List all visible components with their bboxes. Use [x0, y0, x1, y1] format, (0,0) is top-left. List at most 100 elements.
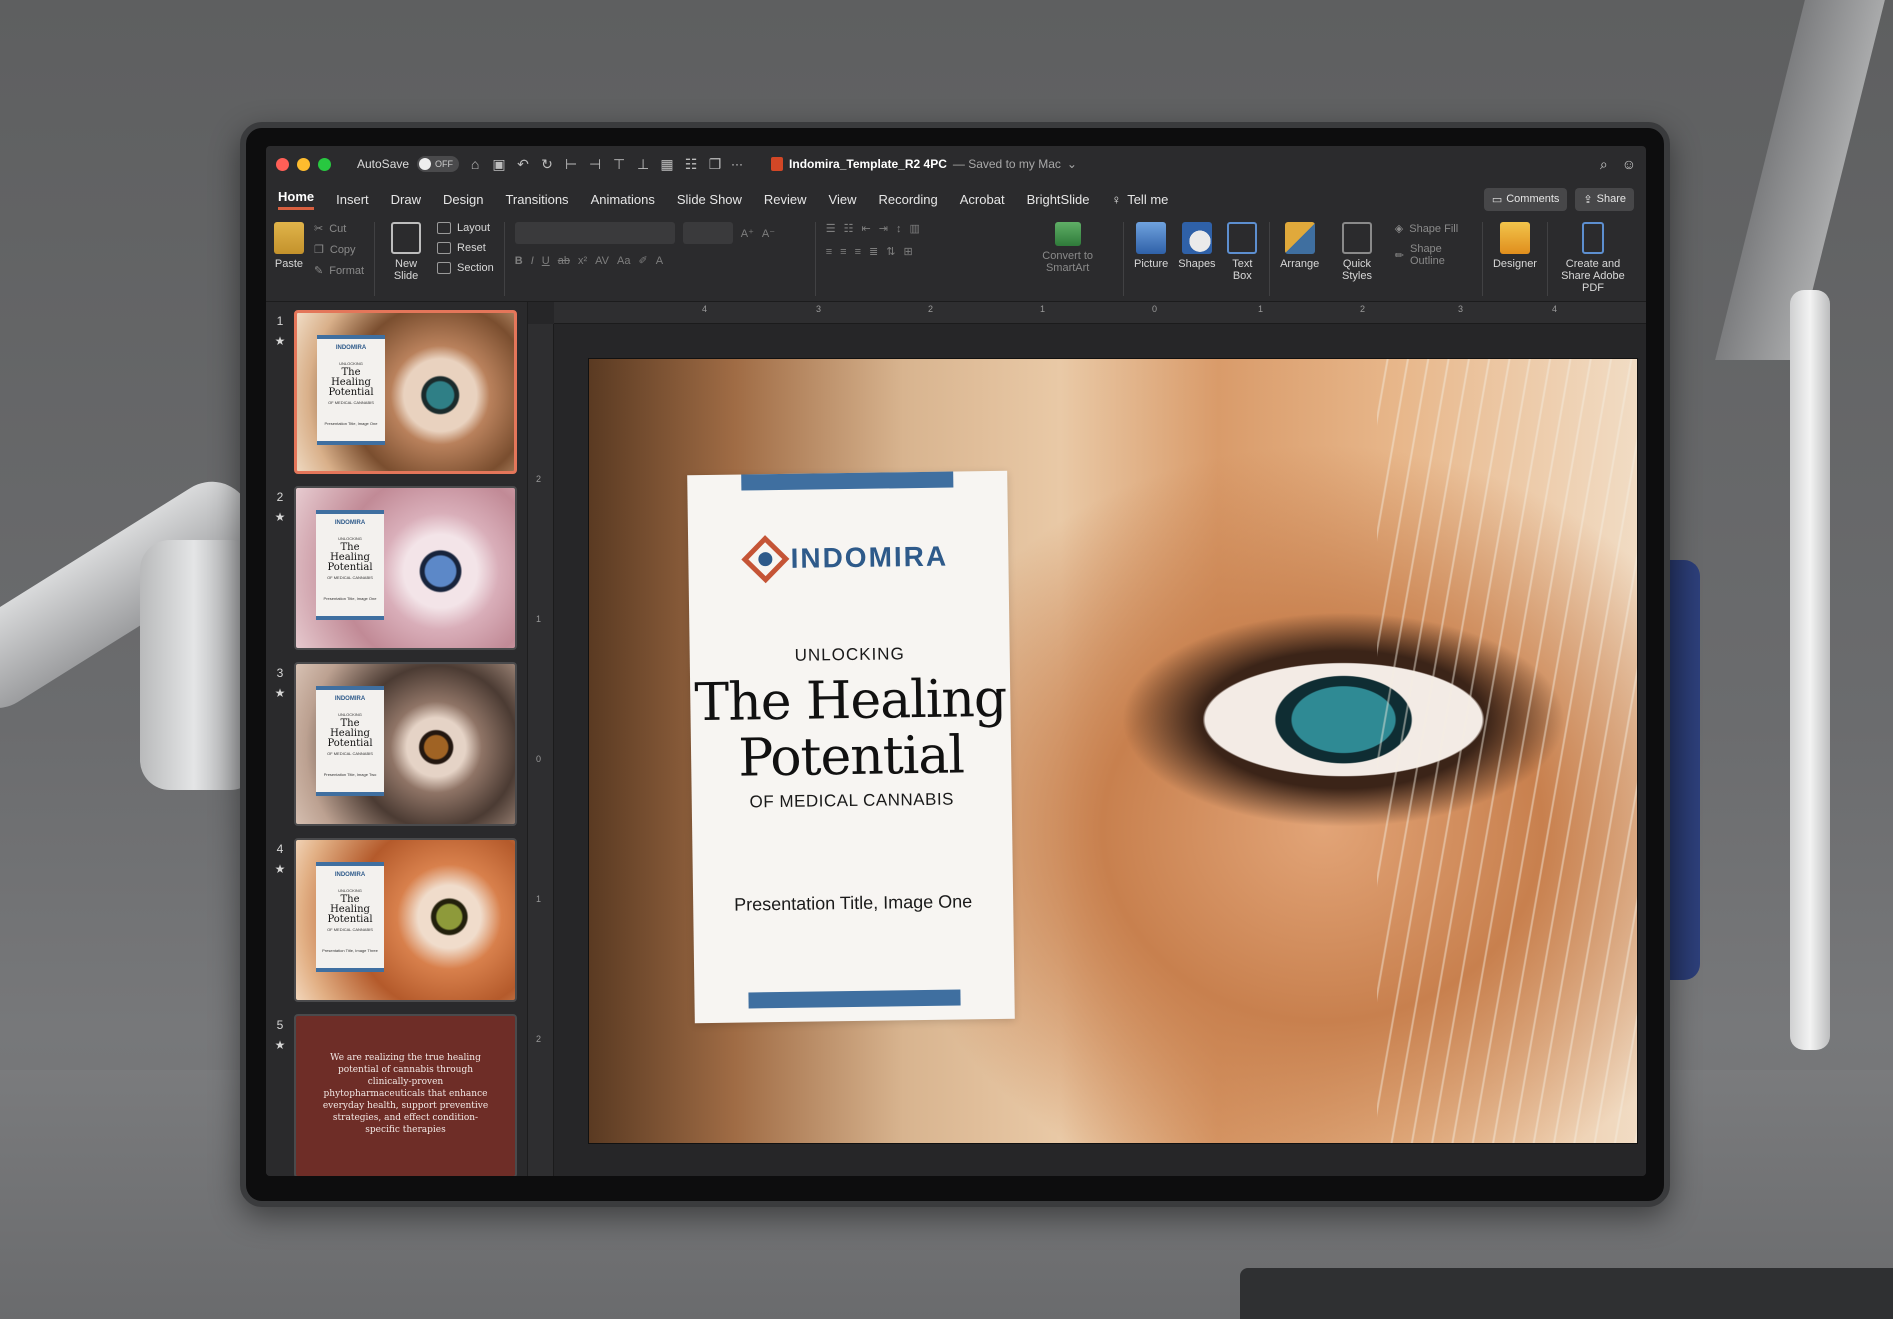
slide-thumbnail-5[interactable]: We are realizing the true healing potent… — [294, 1014, 517, 1176]
close-window-button[interactable] — [276, 157, 289, 171]
autosave-toggle[interactable]: OFF — [417, 156, 460, 172]
minimize-window-button[interactable] — [297, 157, 310, 171]
distribute-icon[interactable]: ☷ — [683, 156, 699, 172]
shape-fill-button[interactable]: ◈ Shape Fill — [1395, 222, 1472, 236]
thumbnail-footer: Presentation Title, Image Three — [322, 948, 378, 953]
underline-icon[interactable]: U — [542, 255, 550, 267]
zoom-window-button[interactable] — [318, 157, 331, 171]
change-case-icon[interactable]: Aa — [617, 255, 630, 267]
cut-button[interactable]: ✂ Cut — [314, 222, 364, 236]
tab-review[interactable]: Review — [764, 192, 807, 207]
align-left-text-icon[interactable]: ≡ — [826, 246, 832, 258]
slide-thumbnail-2[interactable]: INDOMIRA UNLOCKING The Healing Potential… — [294, 486, 517, 650]
people-icon[interactable]: ☺ — [1622, 156, 1636, 173]
comment-icon: ▭ — [1491, 193, 1503, 206]
bring-forward-icon[interactable]: ❐ — [707, 156, 723, 172]
new-slide-button[interactable]: New Slide — [385, 222, 427, 282]
create-share-pdf-button[interactable]: Create and Share Adobe PDF — [1558, 222, 1628, 294]
strikethrough-icon[interactable]: ab — [558, 255, 570, 267]
ruler-tick-label: 1 — [1258, 304, 1264, 314]
font-color-icon[interactable]: A — [656, 255, 663, 267]
section-button[interactable]: Section — [437, 262, 494, 274]
tab-acrobat[interactable]: Acrobat — [960, 192, 1005, 207]
chevron-down-icon[interactable]: ⌄ — [1067, 157, 1077, 171]
slide-thumbnail-3[interactable]: INDOMIRA UNLOCKING The Healing Potential… — [294, 662, 517, 826]
reset-button[interactable]: Reset — [437, 242, 494, 254]
redo-icon[interactable]: ↻ — [539, 156, 555, 172]
undo-icon[interactable]: ↶ — [515, 156, 531, 172]
font-size-dropdown[interactable] — [682, 222, 733, 244]
slide-thumbnail-1[interactable]: INDOMIRA UNLOCKING The Healing Potential… — [294, 310, 517, 474]
arrange-button[interactable]: Arrange — [1280, 222, 1319, 270]
text-box-button[interactable]: Text Box — [1226, 222, 1260, 282]
tab-draw[interactable]: Draw — [391, 192, 421, 207]
slide-number: 3 — [276, 666, 284, 680]
title-card[interactable]: INDOMIRA UNLOCKING The Healing Potential… — [687, 470, 1015, 1024]
spacing-icon[interactable]: AV — [595, 255, 609, 267]
thumbnail-subline: OF MEDICAL CANNABIS — [327, 575, 373, 580]
comments-button[interactable]: ▭ Comments — [1483, 187, 1568, 211]
italic-icon[interactable]: I — [531, 255, 534, 267]
highlight-icon[interactable]: ✐ — [638, 254, 647, 267]
quick-styles-button[interactable]: Quick Styles — [1329, 222, 1385, 282]
superscript-icon[interactable]: x² — [578, 255, 587, 267]
bold-icon[interactable]: B — [515, 255, 523, 267]
align-right-text-icon[interactable]: ≡ — [855, 246, 861, 258]
thumbnail-quote: We are realizing the true healing potent… — [322, 1053, 489, 1135]
decrease-font-icon[interactable]: A⁻ — [762, 227, 775, 240]
line-spacing-icon[interactable]: ↕ — [896, 223, 902, 235]
bullets-icon[interactable]: ☰ — [826, 222, 836, 235]
horizontal-ruler[interactable]: 4 3 2 1 0 1 2 3 4 — [554, 302, 1646, 324]
hair-strands-image — [1377, 359, 1637, 1143]
slide-thumbnail-4[interactable]: INDOMIRA UNLOCKING The Healing Potential… — [294, 838, 517, 1002]
justify-icon[interactable]: ≣ — [869, 245, 878, 258]
tab-design[interactable]: Design — [443, 192, 483, 207]
slide-thumbnail-pane[interactable]: 1 ★ INDOMIRA UNLOCKING The Healing Poten… — [266, 302, 528, 1176]
shapes-button[interactable]: Shapes — [1178, 222, 1216, 270]
tab-home[interactable]: Home — [278, 189, 315, 210]
comments-label: Comments — [1506, 193, 1560, 205]
tab-animations[interactable]: Animations — [591, 192, 655, 207]
group-icon[interactable]: ▦ — [659, 156, 675, 172]
align-bottom-icon[interactable]: ⊥ — [635, 156, 651, 172]
thumbnail-number: 1 ★ — [272, 310, 288, 474]
picture-button[interactable]: Picture — [1134, 222, 1168, 270]
thumbnail-row: 4 ★ INDOMIRA UNLOCKING The Healing Poten… — [272, 838, 517, 1002]
tab-recording[interactable]: Recording — [879, 192, 938, 207]
tab-transitions[interactable]: Transitions — [505, 192, 568, 207]
align-top-icon[interactable]: ⊤ — [611, 156, 627, 172]
layout-button[interactable]: Layout — [437, 222, 494, 234]
more-commands[interactable]: ··· — [731, 157, 743, 171]
copy-button[interactable]: ❐ Copy — [314, 243, 364, 257]
paste-button[interactable]: Paste — [274, 222, 304, 270]
align-left-icon[interactable]: ⊢ — [563, 156, 579, 172]
font-name-dropdown[interactable] — [514, 222, 675, 244]
tab-brightslide[interactable]: BrightSlide — [1027, 192, 1090, 207]
tell-me-search[interactable]: ♀ Tell me — [1111, 192, 1168, 207]
tab-insert[interactable]: Insert — [336, 192, 369, 207]
indent-decrease-icon[interactable]: ⇤ — [862, 222, 871, 235]
main-slide-canvas[interactable]: INDOMIRA UNLOCKING The Healing Potential… — [588, 358, 1638, 1144]
numbering-icon[interactable]: ☷ — [844, 222, 854, 235]
convert-smartart-button[interactable]: Convert to SmartArt — [1022, 222, 1113, 274]
share-button[interactable]: ⇪ Share — [1575, 187, 1634, 211]
tab-view[interactable]: View — [829, 192, 857, 207]
save-icon[interactable]: ▣ — [491, 156, 507, 172]
designer-button[interactable]: Designer — [1493, 222, 1537, 270]
search-icon[interactable]: ⌕ — [1600, 156, 1608, 173]
format-painter-button[interactable]: ✎ Format — [314, 264, 364, 278]
align-text-icon[interactable]: ⊞ — [903, 245, 912, 258]
increase-font-icon[interactable]: A⁺ — [741, 227, 754, 240]
home-icon[interactable]: ⌂ — [467, 156, 483, 172]
tab-slide-show[interactable]: Slide Show — [677, 192, 742, 207]
shape-outline-button[interactable]: ✏ Shape Outline — [1395, 243, 1472, 267]
ruler-tick-label: 1 — [536, 894, 542, 904]
vertical-ruler[interactable]: 2 1 0 1 2 — [528, 324, 554, 1176]
text-direction-icon[interactable]: ⇅ — [886, 245, 895, 258]
slide-number: 2 — [276, 490, 284, 504]
indent-increase-icon[interactable]: ⇥ — [879, 222, 888, 235]
align-center-icon[interactable]: ⊣ — [587, 156, 603, 172]
columns-icon[interactable]: ▥ — [909, 222, 919, 235]
align-center-text-icon[interactable]: ≡ — [840, 246, 846, 258]
powerpoint-file-icon — [771, 157, 784, 171]
